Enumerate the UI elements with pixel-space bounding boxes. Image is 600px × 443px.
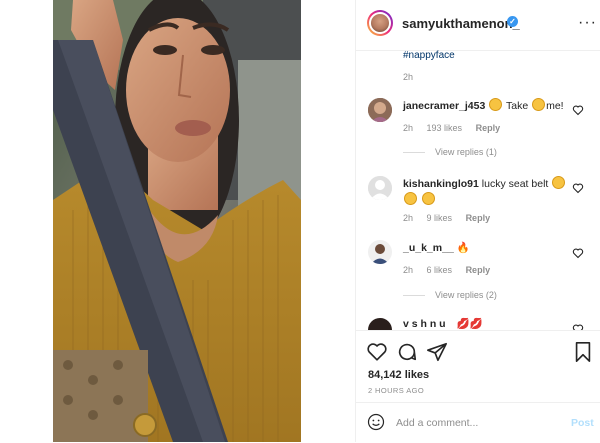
avatar-image — [368, 240, 392, 264]
commenter-avatar[interactable] — [368, 240, 392, 264]
smiley-emoji-icon — [532, 98, 546, 111]
comment-meta: 2h 6 likes Reply — [403, 265, 501, 275]
caption-time: 2h — [403, 72, 414, 82]
smiley-emoji-icon — [489, 98, 503, 111]
caption-hashtag[interactable]: #nappyface — [403, 50, 455, 61]
comment-meta: 2h 193 likes Reply — [403, 123, 511, 133]
comment-body: me! — [546, 100, 564, 112]
comment-body: lucky seat belt — [481, 178, 549, 190]
photo-illustration — [53, 0, 301, 442]
like-comment-heart-icon[interactable] — [572, 323, 584, 330]
post-details-panel: samyukthamenon_ ✓ ··· #nappyface 2h jane… — [355, 0, 600, 442]
reply-button[interactable]: Reply — [476, 123, 501, 133]
comment-likes[interactable]: 6 likes — [427, 265, 453, 275]
instagram-post: samyukthamenon_ ✓ ··· #nappyface 2h jane… — [0, 0, 600, 442]
fire-emoji-icon: 🔥 — [456, 242, 470, 254]
smiley-emoji-icon — [421, 192, 435, 205]
comment-username[interactable]: kishankinglo91 — [403, 178, 479, 190]
reply-button[interactable]: Reply — [466, 213, 491, 223]
post-comment-button[interactable]: Post — [571, 417, 594, 429]
view-replies-label: View replies (1) — [435, 147, 497, 157]
like-heart-icon[interactable] — [366, 341, 388, 363]
emoji-picker-icon[interactable] — [367, 413, 385, 431]
add-comment-bar: Add a comment... Post — [356, 402, 600, 443]
like-comment-heart-icon[interactable] — [572, 247, 584, 259]
reply-button[interactable]: Reply — [466, 265, 491, 275]
lips-emoji-icon: 💋💋 — [456, 318, 483, 330]
replies-divider — [403, 295, 425, 297]
commenter-avatar[interactable] — [368, 98, 392, 122]
view-replies-toggle[interactable]: View replies (2) — [403, 290, 497, 300]
likes-count[interactable]: 84,142 likes — [368, 369, 429, 381]
comment-likes[interactable]: 193 likes — [427, 123, 463, 133]
comment-username[interactable]: v s h n u — [403, 318, 446, 330]
comment-time: 2h — [403, 265, 414, 275]
commenter-avatar[interactable] — [368, 176, 392, 200]
share-paper-plane-icon[interactable] — [426, 341, 448, 363]
post-timestamp[interactable]: 2 HOURS AGO — [368, 386, 424, 395]
post-actions: 84,142 likes 2 HOURS AGO — [356, 330, 600, 401]
smiley-emoji-icon — [552, 176, 566, 189]
comment-body: Take — [505, 100, 529, 112]
comments-list: #nappyface 2h janecramer_j453 Take me! 2… — [356, 50, 600, 330]
comment-username[interactable]: _u_k_m__ — [403, 242, 454, 254]
view-replies-toggle[interactable]: View replies (1) — [403, 147, 497, 157]
save-bookmark-icon[interactable] — [572, 341, 594, 363]
more-options-icon[interactable]: ··· — [578, 14, 597, 32]
smiley-emoji-icon — [404, 192, 417, 205]
default-avatar-icon — [368, 176, 392, 200]
post-header: samyukthamenon_ ✓ ··· — [356, 0, 600, 51]
comment-username[interactable]: janecramer_j453 — [403, 100, 485, 112]
avatar-image — [368, 98, 392, 122]
comment-text: janecramer_j453 Take me! — [403, 98, 564, 114]
comment-bubble-icon[interactable] — [396, 341, 418, 363]
comment-input[interactable]: Add a comment... — [396, 417, 478, 429]
comment-likes[interactable]: 9 likes — [427, 213, 453, 223]
comment-text: _u_k_m__ 🔥 — [403, 240, 470, 256]
verified-badge-icon: ✓ — [507, 16, 518, 27]
post-photo[interactable] — [53, 0, 301, 442]
comment-time: 2h — [403, 123, 414, 133]
comment-meta: 2h 9 likes Reply — [403, 213, 501, 223]
comment-text: v s h n u 💋💋 — [403, 316, 483, 330]
view-replies-label: View replies (2) — [435, 290, 497, 300]
comment-time: 2h — [403, 213, 414, 223]
author-username[interactable]: samyukthamenon_ — [402, 16, 520, 31]
like-comment-heart-icon[interactable] — [572, 104, 584, 116]
commenter-avatar[interactable] — [368, 318, 392, 330]
replies-divider — [403, 152, 425, 154]
comment-text: kishankinglo91 lucky seat belt — [403, 176, 578, 208]
author-avatar[interactable] — [367, 10, 393, 36]
like-comment-heart-icon[interactable] — [572, 182, 584, 194]
